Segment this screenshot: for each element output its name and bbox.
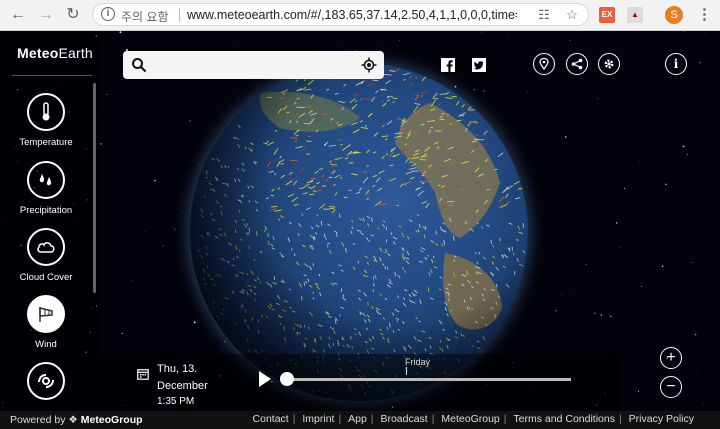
powered-prefix: Powered by [10,414,66,426]
facebook-icon[interactable] [441,58,455,72]
date-month: December [157,380,208,392]
logo-thin: Earth [58,45,93,61]
profile-avatar[interactable]: S [665,6,683,24]
layer-cloud-cover[interactable]: Cloud Cover [10,228,82,283]
security-warning[interactable]: 주의 요함 [121,8,169,25]
earth-globe[interactable] [190,63,528,401]
location-search [123,51,384,79]
location-pin-button[interactable] [533,53,555,75]
meteogroup-logo-icon: ❖ [68,414,78,426]
play-icon[interactable] [259,371,271,387]
footer: Powered by ❖ MeteoGroup Contact | Imprint… [0,411,720,429]
share-icon [571,58,583,70]
layer-label: Precipitation [19,205,73,216]
time-controls: Thu, 13. December 1:35 PM Friday [100,354,620,411]
search-input[interactable] [151,54,355,78]
twitter-icon[interactable] [472,58,486,72]
meteoearth-logo[interactable]: MeteoEarth [17,45,93,61]
translate-icon[interactable]: ☷ [536,7,552,23]
forward-arrow-icon[interactable]: → [36,5,56,25]
layer-label: Temperature [19,137,73,148]
thermometer-icon [27,93,65,131]
hurricane-icon [27,362,65,400]
date-day: Thu, 13. [157,363,198,375]
footer-link-imprint[interactable]: Imprint [302,413,334,425]
logo-bold: Meteo [17,45,59,61]
sidebar-scrollbar[interactable] [93,83,96,293]
back-arrow-icon[interactable]: ← [8,5,28,25]
browser-toolbar: ← → ↻ i 주의 요함 www.meteoearth.com/#/,183.… [0,0,720,31]
divider [179,8,180,22]
footer-link-terms[interactable]: Terms and Conditions [513,413,615,425]
zoom-out-button[interactable]: − [660,376,682,398]
layer-label: Wind [35,339,57,350]
share-button[interactable] [566,53,588,75]
windsock-icon [27,295,65,333]
layer-temperature[interactable]: Temperature [10,93,82,148]
footer-link-contact[interactable]: Contact [253,413,289,425]
layer-wind[interactable]: Wind [10,295,82,350]
locate-me-icon[interactable] [361,57,377,73]
footer-link-meteogroup[interactable]: MeteoGroup [441,413,499,425]
layer-storm[interactable] [10,362,82,400]
footer-link-privacy[interactable]: Privacy Policy [629,413,694,425]
pdf-extension-icon[interactable]: ▲ [627,7,643,23]
reload-icon[interactable]: ↻ [63,5,83,25]
info-icon[interactable]: i [101,7,115,21]
extension-ex-icon[interactable]: EX [599,7,615,23]
footer-link-broadcast[interactable]: Broadcast [380,413,427,425]
location-pin-icon [539,58,549,70]
bookmark-star-icon[interactable]: ☆ [564,7,580,23]
calendar-icon[interactable] [137,368,149,380]
sidebar: MeteoEarth Temperature Precipitation Clo… [0,31,100,411]
next-day-label: Friday [405,357,431,367]
zoom-in-button[interactable]: + [660,347,682,369]
map-viewport[interactable]: MeteoEarth Temperature Precipitation Clo… [0,31,720,411]
settings-button[interactable] [598,53,620,75]
wind-particles [190,63,528,401]
layer-label: Cloud Cover [19,272,73,283]
powered-brand: MeteoGroup [80,414,143,426]
gear-icon [604,59,614,69]
logo-divider [12,75,92,76]
info-button[interactable]: i [665,53,687,75]
footer-links: Contact | Imprint | App | Broadcast | MeteoG… [252,413,694,425]
raindrops-icon [27,161,65,199]
day-marker [406,367,407,375]
powered-by[interactable]: Powered by ❖ MeteoGroup [10,414,143,426]
address-bar[interactable]: i 주의 요함 www.meteoearth.com/#/,183.65,37.… [92,3,589,26]
cloud-icon [27,228,65,266]
footer-link-app[interactable]: App [348,413,367,425]
time-slider-thumb[interactable] [280,372,294,386]
layer-precipitation[interactable]: Precipitation [10,161,82,216]
search-icon[interactable] [131,57,147,73]
time-of-day: 1:35 PM [157,396,195,407]
browser-menu-icon[interactable]: ⋮ [697,5,712,25]
url-text[interactable]: www.meteoearth.com/#/,183.65,37.14,2.50,… [187,8,517,22]
time-slider-track[interactable] [286,378,571,381]
info-i-icon: i [673,57,679,71]
